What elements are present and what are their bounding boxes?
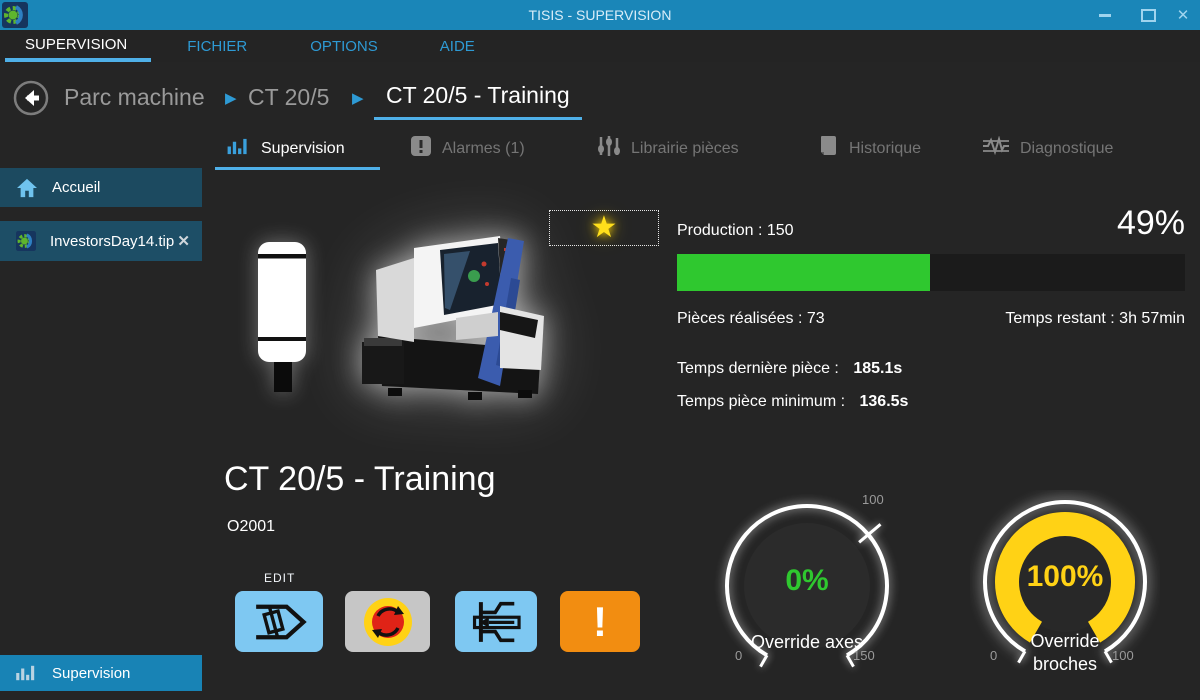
machining-status-button[interactable] [235, 591, 323, 652]
last-piece-label: Temps dernière pièce : [677, 360, 843, 377]
part-eject-status-button[interactable] [455, 591, 537, 652]
back-button[interactable] [13, 80, 49, 116]
edit-status-label: EDIT [264, 571, 295, 585]
breadcrumb-separator-icon: ▶ [225, 89, 237, 107]
tab-label: Historique [849, 140, 921, 158]
gauge-max-label: 100 [1112, 648, 1134, 663]
sidebar-item-document[interactable]: InvestorsDay14.tip ✕ [0, 221, 202, 261]
tab-label: Alarmes (1) [442, 140, 525, 158]
gauge-min-label: 0 [990, 648, 997, 663]
emergency-stop-button[interactable] [345, 591, 430, 652]
alarm-status-button[interactable]: ! [560, 591, 640, 652]
tab-supervision[interactable]: Supervision [215, 130, 380, 170]
menu-aide[interactable]: AIDE [432, 30, 483, 62]
minimize-button[interactable] [1085, 0, 1125, 30]
machine-name: CT 20/5 - Training [224, 460, 496, 499]
minimize-icon [1099, 14, 1111, 17]
sidebar-item-supervision[interactable]: Supervision [0, 655, 202, 691]
favorite-button[interactable]: ★ [549, 210, 659, 246]
gauge-max-label: 150 [853, 648, 875, 663]
tab-alarmes[interactable]: Alarmes (1) [410, 130, 525, 167]
tab-label: Librairie pièces [631, 140, 739, 158]
tab-label: Diagnostique [1020, 140, 1113, 158]
gauge-min-label: 0 [735, 648, 742, 663]
machining-icon [246, 597, 312, 647]
last-piece-value: 185.1s [853, 360, 902, 377]
override-broches-value: 100% [970, 560, 1160, 594]
min-piece-value: 136.5s [860, 393, 909, 410]
breadcrumb-ct205[interactable]: CT 20/5 [248, 84, 329, 111]
alarm-icon [410, 135, 432, 162]
close-icon: ✕ [1177, 6, 1190, 24]
star-icon: ★ [591, 213, 618, 243]
history-book-icon [818, 135, 839, 162]
waveform-icon [982, 136, 1010, 161]
menu-options[interactable]: OPTIONS [302, 30, 386, 62]
pieces-done: Pièces réalisées : 73 [677, 310, 825, 328]
tab-label: Supervision [261, 140, 345, 158]
production-panel: Production : 150 49% Pièces réalisées : … [677, 212, 1185, 411]
part-silhouette [252, 240, 312, 395]
maximize-button[interactable] [1128, 0, 1168, 30]
breadcrumb-current: CT 20/5 - Training [374, 82, 582, 120]
production-progress-bar [677, 254, 1185, 291]
bar-chart-icon [227, 137, 251, 161]
tab-historique[interactable]: Historique [818, 130, 921, 167]
breadcrumb-parc-machine[interactable]: Parc machine [64, 84, 205, 111]
machine-image [348, 218, 548, 408]
parts-library-icon [597, 135, 621, 162]
bar-chart-icon [16, 664, 38, 682]
program-number: O2001 [227, 518, 275, 536]
production-percent: 49% [1117, 204, 1185, 243]
sidebar-item-label: InvestorsDay14.tip [50, 233, 177, 250]
breadcrumb-separator-icon: ▶ [352, 89, 364, 107]
tisis-file-icon [16, 231, 36, 251]
sidebar-item-accueil[interactable]: Accueil [0, 168, 202, 207]
production-progress-fill [677, 254, 930, 291]
time-remaining: Temps restant : 3h 57min [1005, 310, 1185, 328]
emergency-stop-icon [362, 596, 414, 648]
override-axes-value: 0% [712, 564, 902, 598]
min-piece-label: Temps pièce minimum : [677, 393, 845, 410]
gauge-tick-label: 100 [862, 492, 884, 507]
sidebar-item-label: Accueil [52, 179, 100, 196]
exclamation-icon: ! [593, 601, 607, 643]
maximize-icon [1141, 9, 1156, 22]
menu-fichier[interactable]: FICHIER [179, 30, 255, 62]
close-document-icon[interactable]: ✕ [177, 232, 190, 250]
override-broches-label: Override broches [1005, 630, 1125, 676]
tab-diagnostique[interactable]: Diagnostique [982, 130, 1113, 167]
tisis-window: TISIS - SUPERVISION ✕ SUPERVISION FICHIE… [0, 0, 1200, 700]
close-button[interactable]: ✕ [1163, 0, 1200, 30]
home-icon [16, 178, 38, 198]
tab-librairie-pieces[interactable]: Librairie pièces [597, 130, 739, 167]
production-target: Production : 150 [677, 222, 794, 240]
menu-bar: SUPERVISION FICHIER OPTIONS AIDE [0, 30, 1200, 62]
sidebar-item-label: Supervision [52, 665, 130, 682]
menu-supervision[interactable]: SUPERVISION [5, 30, 151, 62]
part-eject-icon [465, 597, 527, 647]
window-title: TISIS - SUPERVISION [0, 0, 1200, 30]
